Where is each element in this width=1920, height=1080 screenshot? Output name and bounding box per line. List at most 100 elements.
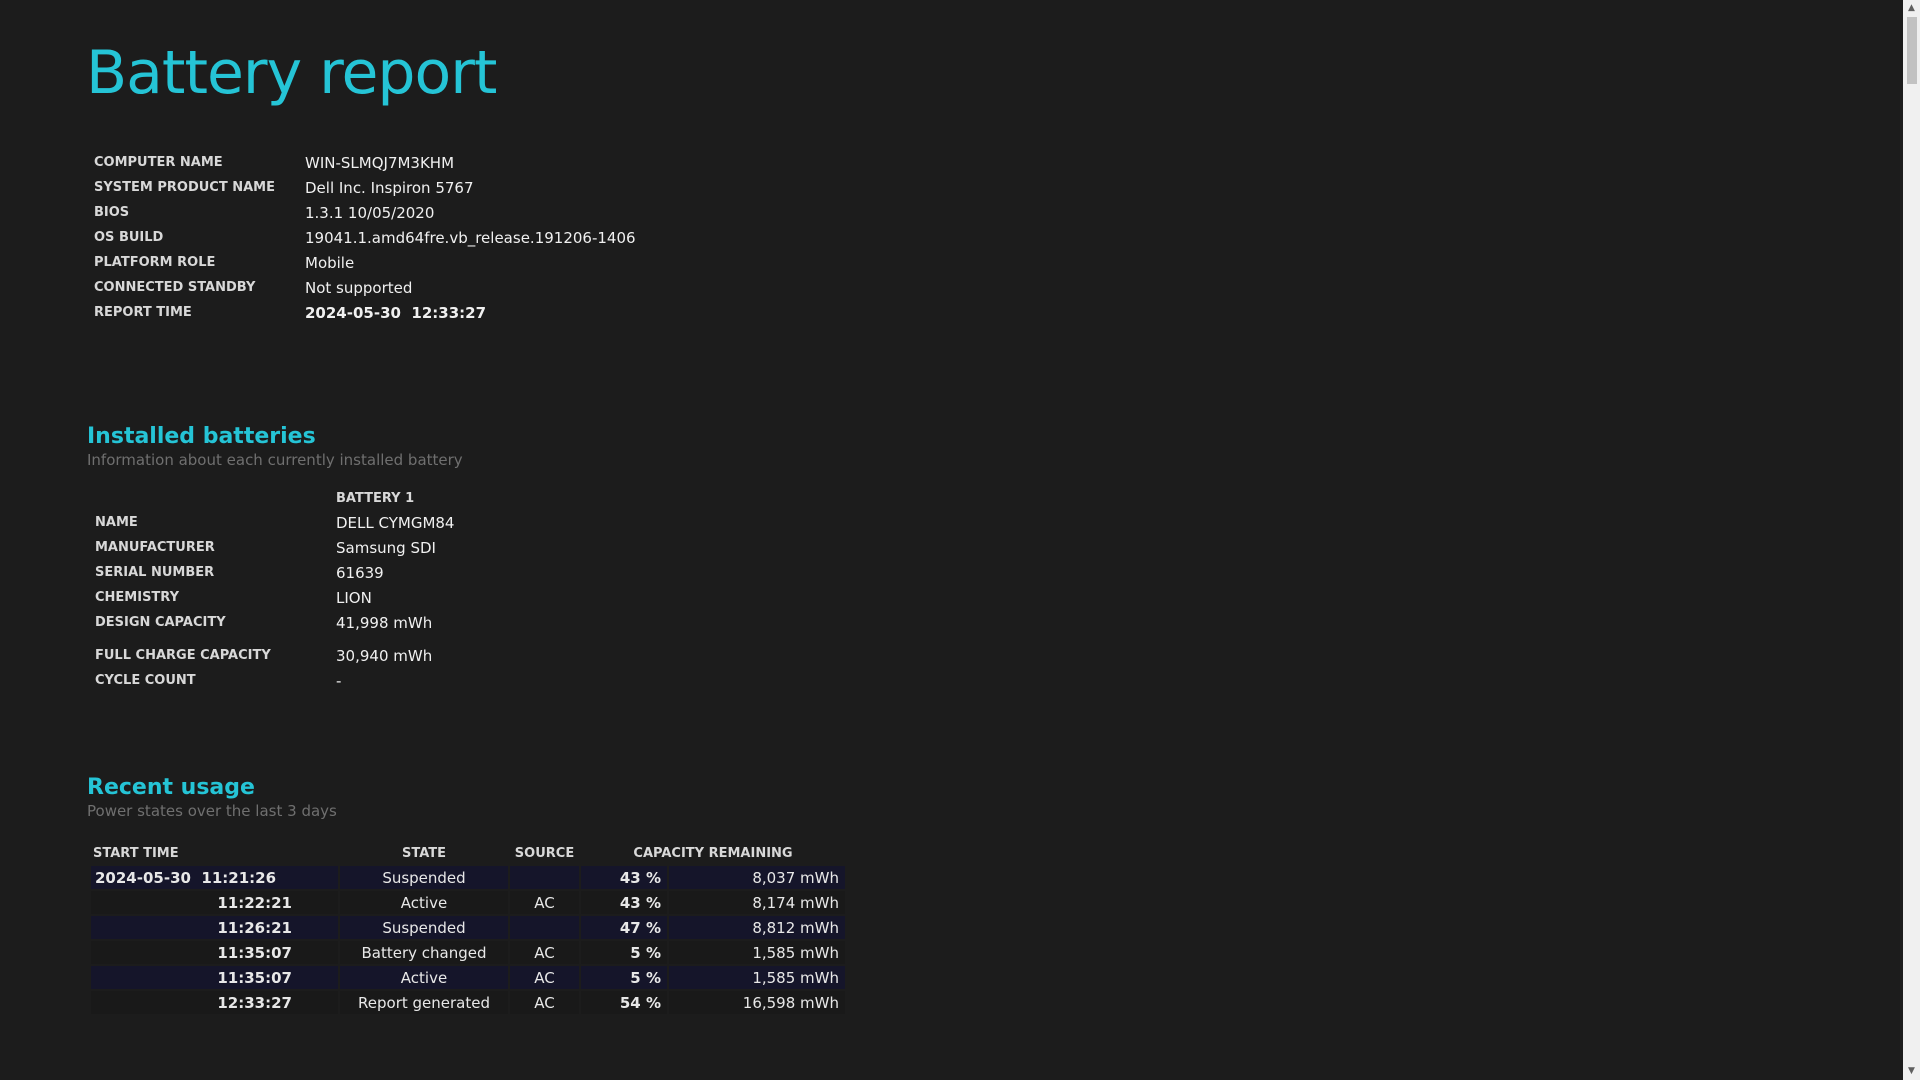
report-time-label: REPORT TIME [94,305,192,320]
state-cell: Suspended [340,866,508,889]
manufacturer-label: MANUFACTURER [95,540,215,555]
connected-standby-value: Not supported [305,278,413,297]
source-cell: AC [510,891,579,914]
capacity-percent-cell: 5 % [581,941,667,964]
bios-label: BIOS [94,205,130,220]
recent-usage-table: START TIME STATE SOURCE CAPACITY REMAINI… [89,840,847,1016]
scrollbar-thumb[interactable] [1907,17,1917,84]
state-cell: Suspended [340,916,508,939]
bios-value: 1.3.1 10/05/2020 [305,203,435,222]
chemistry-value: LION [336,588,372,607]
battery-report-page: Battery report COMPUTER NAME WIN-SLMQJ7M… [0,0,1902,1080]
table-row: MANUFACTURER Samsung SDI [91,535,458,560]
os-build-value: 19041.1.amd64fre.vb_release.191206-1406 [305,228,636,247]
table-row: OS BUILD 19041.1.amd64fre.vb_release.191… [90,225,640,250]
design-capacity-value: 41,998 mWh [336,613,433,632]
capacity-mwh-cell: 1,585 mWh [669,941,845,964]
table-header-row: START TIME STATE SOURCE CAPACITY REMAINI… [91,842,845,864]
capacity-mwh-cell: 8,037 mWh [669,866,845,889]
full-charge-capacity-label: FULL CHARGE CAPACITY [95,648,271,663]
source-cell: AC [510,991,579,1014]
start-time-cell: 11:22:21 [91,891,338,914]
capacity-mwh-cell: 1,585 mWh [669,966,845,989]
report-time-value: 2024-05-30 12:33:27 [305,303,487,322]
page-title: Battery report [86,38,497,108]
battery-info-table: BATTERY 1 NAME DELL CYMGM84 MANUFACTURER… [91,486,458,693]
state-cell: Active [340,891,508,914]
start-time-cell: 11:35:07 [91,941,338,964]
table-row: SERIAL NUMBER 61639 [91,560,458,585]
table-row: CONNECTED STANDBY Not supported [90,275,640,300]
table-row: SYSTEM PRODUCT NAME Dell Inc. Inspiron 5… [90,175,640,200]
table-row: 11:26:21 Suspended 47 % 8,812 mWh [91,916,845,939]
table-row: 2024-05-30 11:21:26 Suspended 43 % 8,037… [91,866,845,889]
recent-usage-title: Recent usage [87,775,255,800]
os-build-label: OS BUILD [94,230,164,245]
table-row: FULL CHARGE CAPACITY 30,940 mWh [91,643,458,668]
capacity-remaining-header: CAPACITY REMAINING [633,845,793,861]
chemistry-label: CHEMISTRY [95,590,180,605]
full-charge-capacity-value: 30,940 mWh [336,646,433,665]
state-cell: Active [340,966,508,989]
system-info-table: COMPUTER NAME WIN-SLMQJ7M3KHM SYSTEM PRO… [90,150,640,325]
start-time-cell: 11:26:21 [91,916,338,939]
battery-1-header: BATTERY 1 [336,490,415,506]
capacity-percent-cell: 54 % [581,991,667,1014]
state-cell: Battery changed [340,941,508,964]
battery-name-label: NAME [95,515,138,530]
capacity-percent-cell: 43 % [581,891,667,914]
system-product-name-value: Dell Inc. Inspiron 5767 [305,178,474,197]
start-time-header: START TIME [93,845,179,861]
table-row: CHEMISTRY LION [91,585,458,610]
row-spacer [91,635,458,643]
recent-usage-subtitle: Power states over the last 3 days [87,802,337,820]
cycle-count-value: - [336,671,342,690]
table-row: 12:33:27 Report generated AC 54 % 16,598… [91,991,845,1014]
capacity-percent-cell: 43 % [581,866,667,889]
empty-header-cell [91,486,332,510]
source-cell [510,866,579,889]
table-row: COMPUTER NAME WIN-SLMQJ7M3KHM [90,150,640,175]
source-header: SOURCE [514,845,575,861]
design-capacity-label: DESIGN CAPACITY [95,615,226,630]
table-row: REPORT TIME 2024-05-30 12:33:27 [90,300,640,325]
source-cell [510,916,579,939]
system-product-name-label: SYSTEM PRODUCT NAME [94,180,275,195]
capacity-percent-cell: 47 % [581,916,667,939]
capacity-mwh-cell: 8,812 mWh [669,916,845,939]
table-row: BIOS 1.3.1 10/05/2020 [90,200,640,225]
capacity-mwh-cell: 16,598 mWh [669,991,845,1014]
connected-standby-label: CONNECTED STANDBY [94,280,256,295]
cycle-count-label: CYCLE COUNT [95,673,196,688]
computer-name-value: WIN-SLMQJ7M3KHM [305,153,455,172]
table-row: 11:35:07 Battery changed AC 5 % 1,585 mW… [91,941,845,964]
chevron-up-icon[interactable]: ▲ [1903,0,1920,17]
source-cell: AC [510,941,579,964]
chevron-down-icon[interactable]: ▼ [1903,1063,1920,1080]
installed-batteries-subtitle: Information about each currently install… [87,451,463,469]
table-row: NAME DELL CYMGM84 [91,510,458,535]
table-row: PLATFORM ROLE Mobile [90,250,640,275]
capacity-percent-cell: 5 % [581,966,667,989]
table-row: 11:22:21 Active AC 43 % 8,174 mWh [91,891,845,914]
table-row: 11:35:07 Active AC 5 % 1,585 mWh [91,966,845,989]
start-time-cell: 12:33:27 [91,991,338,1014]
computer-name-label: COMPUTER NAME [94,155,223,170]
source-cell: AC [510,966,579,989]
table-row: DESIGN CAPACITY 41,998 mWh [91,610,458,635]
manufacturer-value: Samsung SDI [336,538,436,557]
start-time-cell: 2024-05-30 11:21:26 [91,866,338,889]
vertical-scrollbar[interactable]: ▲ ▼ [1903,0,1920,1080]
battery-name-value: DELL CYMGM84 [336,513,455,532]
serial-number-value: 61639 [336,563,384,582]
platform-role-label: PLATFORM ROLE [94,255,216,270]
installed-batteries-title: Installed batteries [87,424,316,449]
table-header-row: BATTERY 1 [91,486,458,510]
start-time-cell: 11:35:07 [91,966,338,989]
table-row: CYCLE COUNT - [91,668,458,693]
capacity-mwh-cell: 8,174 mWh [669,891,845,914]
state-cell: Report generated [340,991,508,1014]
platform-role-value: Mobile [305,253,355,272]
serial-number-label: SERIAL NUMBER [95,565,215,580]
state-header: STATE [401,845,447,861]
